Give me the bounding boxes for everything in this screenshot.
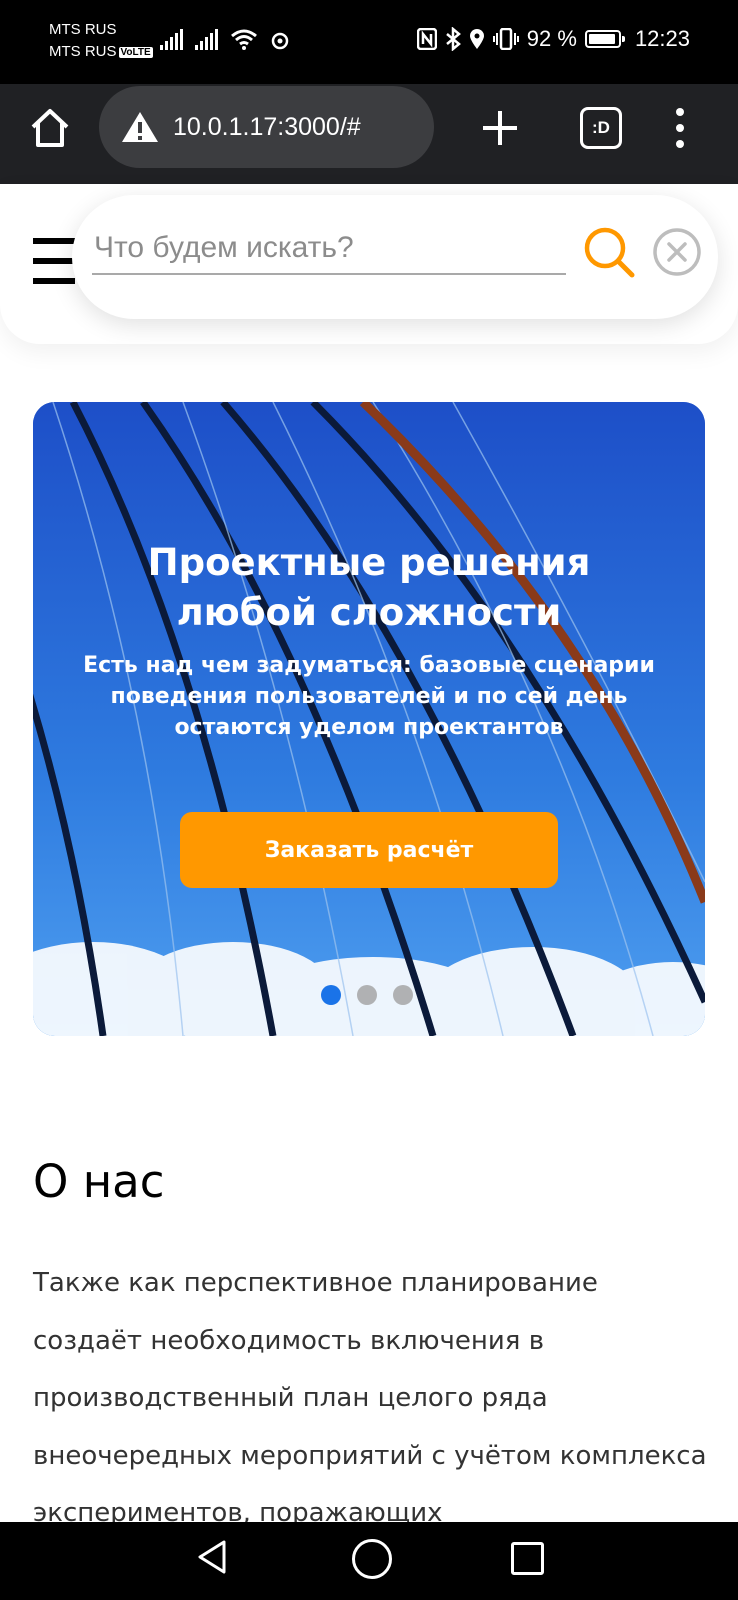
about-text: Также как перспективное планирование соз… — [33, 1268, 707, 1528]
status-right: 92 % 12:23 — [416, 26, 690, 52]
search-icon[interactable] — [582, 225, 636, 279]
about-title: О нас — [33, 1155, 165, 1208]
browser-toolbar: 10.0.1.17:3000/# :D — [0, 84, 738, 184]
home-nav-icon[interactable] — [352, 1539, 392, 1579]
carousel-dot-3[interactable] — [393, 985, 413, 1005]
warning-icon[interactable] — [121, 110, 159, 144]
close-search-icon[interactable] — [652, 227, 702, 277]
battery-fill — [588, 34, 615, 44]
nfc-icon — [416, 28, 437, 50]
search-input[interactable] — [92, 223, 566, 275]
carousel-dot-2[interactable] — [357, 985, 377, 1005]
banner-title: Проектные решения любой сложности — [147, 541, 591, 634]
back-icon[interactable] — [196, 1539, 228, 1575]
data-sync-icon — [271, 32, 289, 50]
tab-switcher-button[interactable]: :D — [580, 107, 622, 149]
carrier-name-2-text: MTS RUS — [49, 43, 117, 60]
url-text[interactable]: 10.0.1.17:3000/# — [173, 113, 361, 142]
wifi-icon — [231, 29, 257, 50]
home-icon[interactable] — [28, 106, 72, 150]
hero-banner[interactable]: Проектные решения любой сложности Есть н… — [33, 402, 705, 1036]
signal-strength-icon — [160, 29, 183, 50]
system-nav-bar — [0, 1522, 738, 1600]
more-menu-icon[interactable] — [672, 106, 688, 150]
location-icon — [469, 29, 484, 49]
clock: 12:23 — [634, 26, 690, 51]
carrier-name-2: MTS RUS VoLTE — [49, 43, 153, 60]
vibrate-icon — [492, 28, 519, 50]
new-tab-icon[interactable] — [478, 106, 522, 150]
volte-badge: VoLTE — [118, 47, 153, 58]
banner-subtitle: Есть над чем задуматься: базовые сценари… — [83, 653, 655, 740]
battery-percent: 92 % — [526, 26, 577, 51]
order-calculation-button[interactable]: Заказать расчёт — [180, 812, 558, 888]
status-bar: MTS RUS MTS RUS VoLTE 92 % 12:23 — [0, 0, 738, 84]
recent-apps-icon[interactable] — [511, 1542, 544, 1575]
carousel-dots — [321, 985, 413, 1005]
carousel-dot-1[interactable] — [321, 985, 341, 1005]
signal-strength-2-icon — [195, 29, 218, 50]
address-bar[interactable]: 10.0.1.17:3000/# — [99, 86, 434, 168]
search-panel — [72, 195, 718, 319]
bluetooth-icon — [445, 27, 461, 51]
hamburger-menu-icon[interactable] — [33, 238, 75, 286]
signal-icons — [160, 28, 290, 50]
carrier-name-1: MTS RUS — [49, 21, 117, 38]
battery-icon — [584, 30, 625, 48]
